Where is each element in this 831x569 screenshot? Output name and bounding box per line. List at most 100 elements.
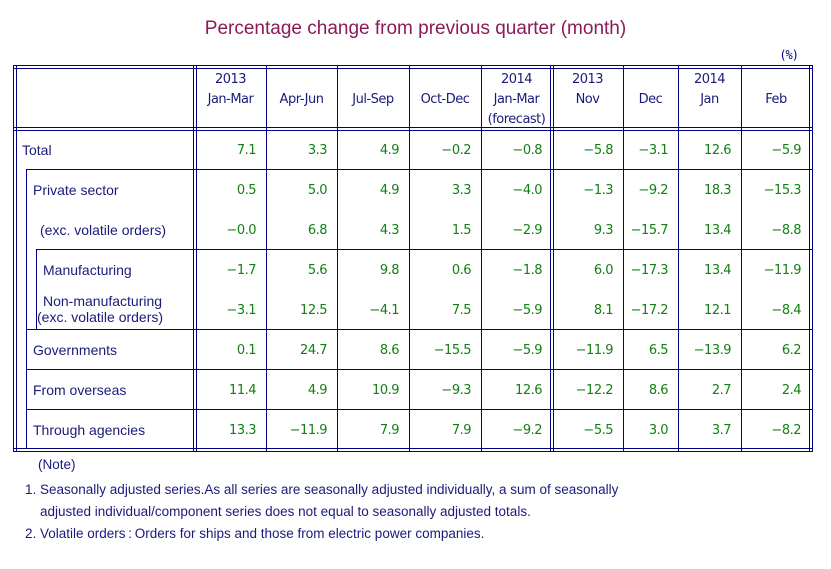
table-cell: 8.6	[379, 343, 400, 358]
table-cell: 7.1	[236, 143, 257, 158]
row-label-text: Non-manufacturing	[43, 293, 163, 309]
table-cell: −15.3	[763, 183, 802, 198]
table-cell: −13.9	[693, 343, 732, 358]
table-cell: 12.6	[515, 383, 542, 398]
row-divider	[36, 249, 813, 250]
column-header-year: 2013	[571, 72, 604, 87]
table-cell: −9.3	[441, 383, 471, 398]
table-cell: 7.9	[379, 423, 400, 438]
table-cell: 3.3	[451, 183, 472, 198]
column-divider	[623, 65, 624, 452]
table-cell: −8.2	[771, 423, 801, 438]
table-cell: −0.8	[512, 143, 542, 158]
table-cell: 6.5	[648, 343, 669, 358]
row-label: Non-manufacturing (exc. volatile orders)	[37, 293, 163, 325]
note-1: 1. Seasonally adjusted series.As all ser…	[25, 482, 619, 497]
table-cell: −11.9	[575, 343, 614, 358]
table-cell: −5.9	[512, 343, 542, 358]
table-cell: 6.0	[593, 263, 614, 278]
table-cell: 10.9	[372, 383, 399, 398]
column-header: Apr-Jun	[268, 70, 335, 130]
column-header-year: 2014	[500, 72, 533, 87]
row-divider	[26, 369, 813, 370]
column-header-period: Oct-Dec	[420, 92, 470, 107]
column-header-year	[411, 70, 479, 90]
column-header-note	[743, 110, 809, 130]
column-divider	[481, 65, 482, 452]
column-header-year: 2013	[214, 72, 247, 87]
table-border	[16, 65, 17, 452]
table-cell: −17.3	[630, 263, 669, 278]
table-cell: 5.0	[307, 183, 328, 198]
table-cell: 12.6	[704, 143, 731, 158]
group-border	[26, 169, 27, 329]
row-label: (exc. volatile orders)	[40, 222, 166, 238]
column-header: 2013 Jan-Mar	[197, 70, 264, 130]
table-cell: 4.3	[379, 223, 400, 238]
table-cell: −4.0	[512, 183, 542, 198]
table-cell: −1.7	[226, 263, 256, 278]
table-cell: 3.3	[307, 143, 328, 158]
column-header-period: Dec	[638, 92, 663, 107]
table-cell: 4.9	[379, 143, 400, 158]
row-label: Manufacturing	[43, 262, 132, 278]
column-header-note	[268, 110, 335, 130]
row-label-text: Through agencies	[33, 422, 146, 438]
table-cell: 2.4	[781, 383, 802, 398]
table-cell: −11.9	[289, 423, 328, 438]
table-cell: −9.2	[638, 183, 668, 198]
column-header-note	[411, 110, 479, 130]
table-cell: −8.8	[771, 223, 801, 238]
column-divider	[409, 65, 410, 452]
column-header-note: (forecast)	[487, 112, 546, 127]
column-divider	[337, 65, 338, 452]
table-cell: −5.9	[771, 143, 801, 158]
table-cell: −5.8	[583, 143, 613, 158]
column-header: 2014 Jan-Mar (forecast)	[483, 70, 550, 130]
page-title: Percentage change from previous quarter …	[204, 18, 627, 39]
group-border	[26, 329, 27, 449]
table-cell: 6.2	[781, 343, 802, 358]
row-divider	[26, 329, 813, 330]
table-cell: 0.6	[451, 263, 472, 278]
table-cell: −5.5	[583, 423, 613, 438]
column-header-year	[268, 70, 335, 90]
notes-heading: (Note)	[38, 457, 76, 472]
table-cell: −11.9	[763, 263, 802, 278]
table-cell: 5.6	[307, 263, 328, 278]
table-cell: 3.0	[648, 423, 669, 438]
table-cell: −1.8	[512, 263, 542, 278]
column-header: Jul-Sep	[339, 70, 407, 130]
table-cell: 8.1	[593, 303, 614, 318]
table-cell: 0.1	[236, 343, 257, 358]
table-cell: 7.5	[451, 303, 472, 318]
header-divider	[13, 130, 813, 131]
table-border	[13, 448, 813, 449]
table-cell: −9.2	[512, 423, 542, 438]
table-cell: −4.1	[369, 303, 399, 318]
column-header-period: Apr-Jun	[279, 92, 324, 107]
table-cell: 13.4	[704, 223, 731, 238]
column-header-note	[339, 110, 407, 130]
table-cell: −12.2	[575, 383, 614, 398]
column-header-year: 2014	[693, 72, 726, 87]
table-cell: 4.9	[307, 383, 328, 398]
table-cell: −1.3	[583, 183, 613, 198]
column-header-period: Jan	[700, 92, 719, 107]
table-cell: 2.7	[711, 383, 732, 398]
row-label: Total	[22, 142, 52, 158]
column-header-note	[625, 110, 676, 130]
table-cell: 11.4	[229, 383, 256, 398]
column-header: Oct-Dec	[411, 70, 479, 130]
row-label: Through agencies	[33, 422, 145, 438]
table-cell: −15.7	[630, 223, 669, 238]
column-divider	[550, 65, 551, 452]
table-cell: 13.3	[229, 423, 256, 438]
table-cell: −8.4	[771, 303, 801, 318]
column-header-note	[680, 110, 739, 130]
table-border	[13, 65, 813, 66]
table-cell: 6.8	[307, 223, 328, 238]
column-header-period: Jul-Sep	[352, 92, 394, 107]
column-header-period: Jan-Mar	[493, 92, 540, 107]
row-label-text: From overseas	[33, 382, 127, 398]
